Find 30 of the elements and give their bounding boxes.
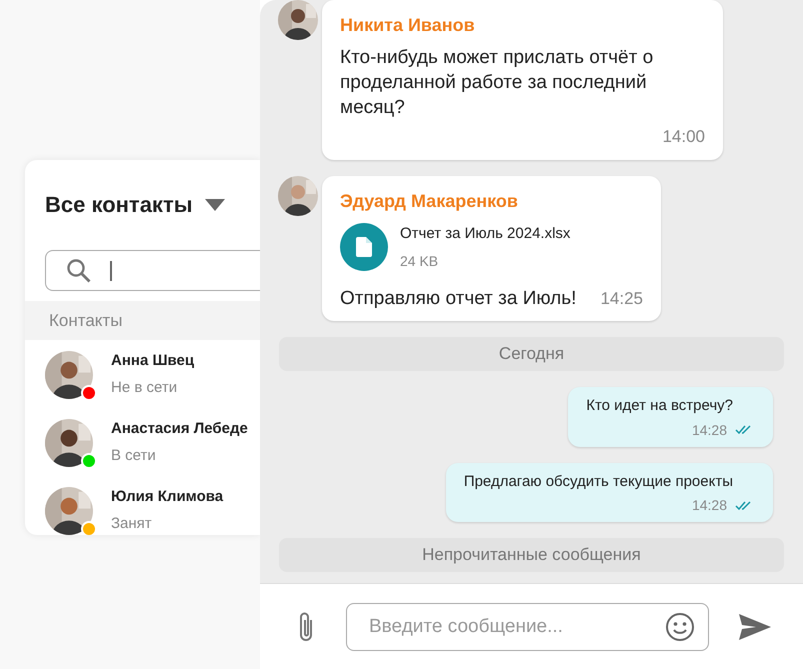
caret-icon: [204, 198, 225, 210]
message-time: 14:28: [692, 420, 727, 440]
send-icon[interactable]: [739, 614, 771, 640]
message-text: Кто-нибудь может прислать отчёт о проделанной работе за последний месяц?: [340, 46, 654, 120]
message-time: 14:00: [662, 126, 705, 148]
section-header: Контакты: [25, 301, 260, 340]
message-time: 14:25: [600, 288, 643, 310]
message-time: 14:28: [692, 496, 727, 515]
contact-status: Не в сети: [111, 378, 178, 398]
contacts-dropdown[interactable]: Все контакты: [25, 188, 260, 221]
search-field[interactable]: [45, 250, 260, 292]
file-size: 24 KB: [400, 252, 440, 271]
contact-status: Занят: [111, 514, 153, 534]
contact-item[interactable]: Анна Швец Не в сети: [25, 350, 260, 399]
message-input[interactable]: Введите сообщение...: [346, 602, 709, 650]
author-name: Никита Иванов: [340, 14, 476, 37]
file-icon: [340, 223, 388, 272]
message-text: Предлагаю обсудить текущие проекты: [464, 472, 734, 492]
message-text: Кто идет на встречу?: [586, 396, 734, 416]
message-text: Отправляю отчет за Июль!: [340, 287, 576, 311]
contact-item[interactable]: Юлия Климова Занят: [25, 486, 260, 535]
contact-status: В сети: [111, 446, 157, 466]
search-icon: [66, 258, 92, 284]
contact-name: Анна Швец: [111, 351, 194, 371]
author-name: Эдуард Макаренков: [340, 190, 519, 213]
contact-name: Анастасия Лебеде: [111, 419, 248, 439]
emoji-icon[interactable]: [665, 612, 695, 642]
file-name: Отчет за Июль 2024.xlsx: [400, 224, 570, 244]
contact-item[interactable]: Анастасия Лебеде В сети: [25, 418, 260, 467]
contact-name: Юлия Климова: [111, 487, 224, 507]
